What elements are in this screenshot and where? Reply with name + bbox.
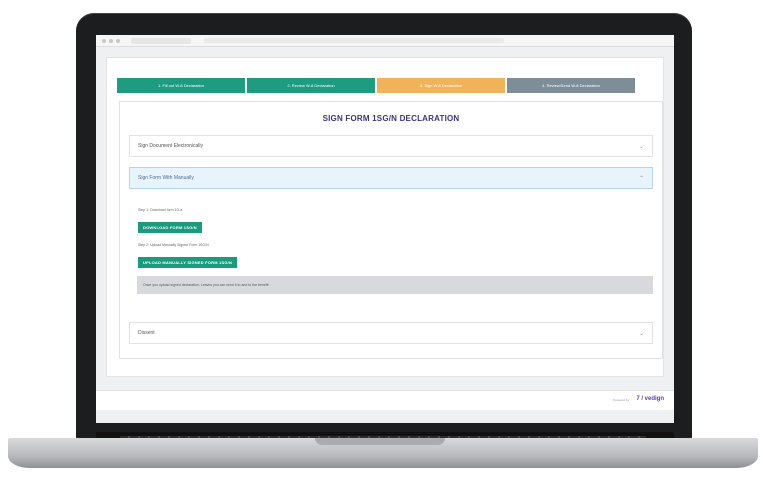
app-container: 1. Fill out W-8 Declaration 2. Review W-… bbox=[106, 57, 664, 377]
brand-logo: 7 / vedign bbox=[636, 396, 664, 402]
download-form-button[interactable]: DOWNLOAD FORM 1SG/N bbox=[138, 222, 202, 233]
accordion-body: Step 1: Download form 1G-a DOWNLOAD FORM… bbox=[129, 200, 653, 294]
chevron-down-icon: ⌄ bbox=[638, 143, 644, 150]
laptop-mockup: 1. Fill out W-8 Declaration 2. Review W-… bbox=[0, 0, 763, 479]
step-1[interactable]: 1. Fill out W-8 Declaration bbox=[117, 78, 245, 93]
footer: Powered by 7 / vedign bbox=[96, 390, 674, 410]
step-3[interactable]: 3. Sign W-8 Declaration bbox=[377, 78, 505, 93]
accordion-sign-electronically[interactable]: Sign Document Electronically ⌄ bbox=[129, 135, 653, 157]
window-close-icon[interactable] bbox=[102, 38, 106, 43]
content-panel: SIGN FORM 1SG/N DECLARATION Sign Documen… bbox=[119, 101, 663, 359]
laptop-lip bbox=[315, 438, 445, 445]
window-maximize-icon[interactable] bbox=[116, 38, 120, 43]
upload-form-button[interactable]: UPLOAD MANUALLY SIGNED FORM 1SG/N bbox=[138, 257, 238, 268]
chevron-down-icon: ⌄ bbox=[638, 330, 644, 337]
accordion-label: Sign Form With Manually bbox=[138, 175, 194, 181]
footer-powered-by: Powered by bbox=[613, 398, 629, 402]
page-title: SIGN FORM 1SG/N DECLARATION bbox=[322, 114, 460, 123]
accordion-dissent[interactable]: Dissent ⌄ bbox=[129, 322, 653, 344]
step-2[interactable]: 2. Review W-8 Declaration bbox=[247, 78, 375, 93]
info-note: Once you upload signed declaration, Leav… bbox=[137, 276, 653, 294]
accordion-label: Sign Document Electronically bbox=[138, 143, 204, 149]
browser-tab[interactable] bbox=[131, 37, 191, 44]
step-progress-bar: 1. Fill out W-8 Declaration 2. Review W-… bbox=[117, 78, 635, 93]
address-bar[interactable] bbox=[204, 38, 504, 43]
window-minimize-icon[interactable] bbox=[109, 38, 113, 43]
step1-text: Step 1: Download form 1G-a bbox=[138, 208, 183, 212]
laptop-screen: 1. Fill out W-8 Declaration 2. Review W-… bbox=[96, 35, 674, 423]
accordion-label: Dissent bbox=[138, 330, 155, 336]
step2-text: Step 2: Upload Manually Signed Form 1SG/… bbox=[138, 243, 209, 247]
step-4[interactable]: 4. Review/Send W-8 Declaration bbox=[507, 78, 635, 93]
accordion-sign-manually[interactable]: Sign Form With Manually ⌃ bbox=[129, 167, 653, 189]
browser-chrome bbox=[96, 35, 674, 47]
chevron-up-icon: ⌃ bbox=[638, 175, 644, 182]
